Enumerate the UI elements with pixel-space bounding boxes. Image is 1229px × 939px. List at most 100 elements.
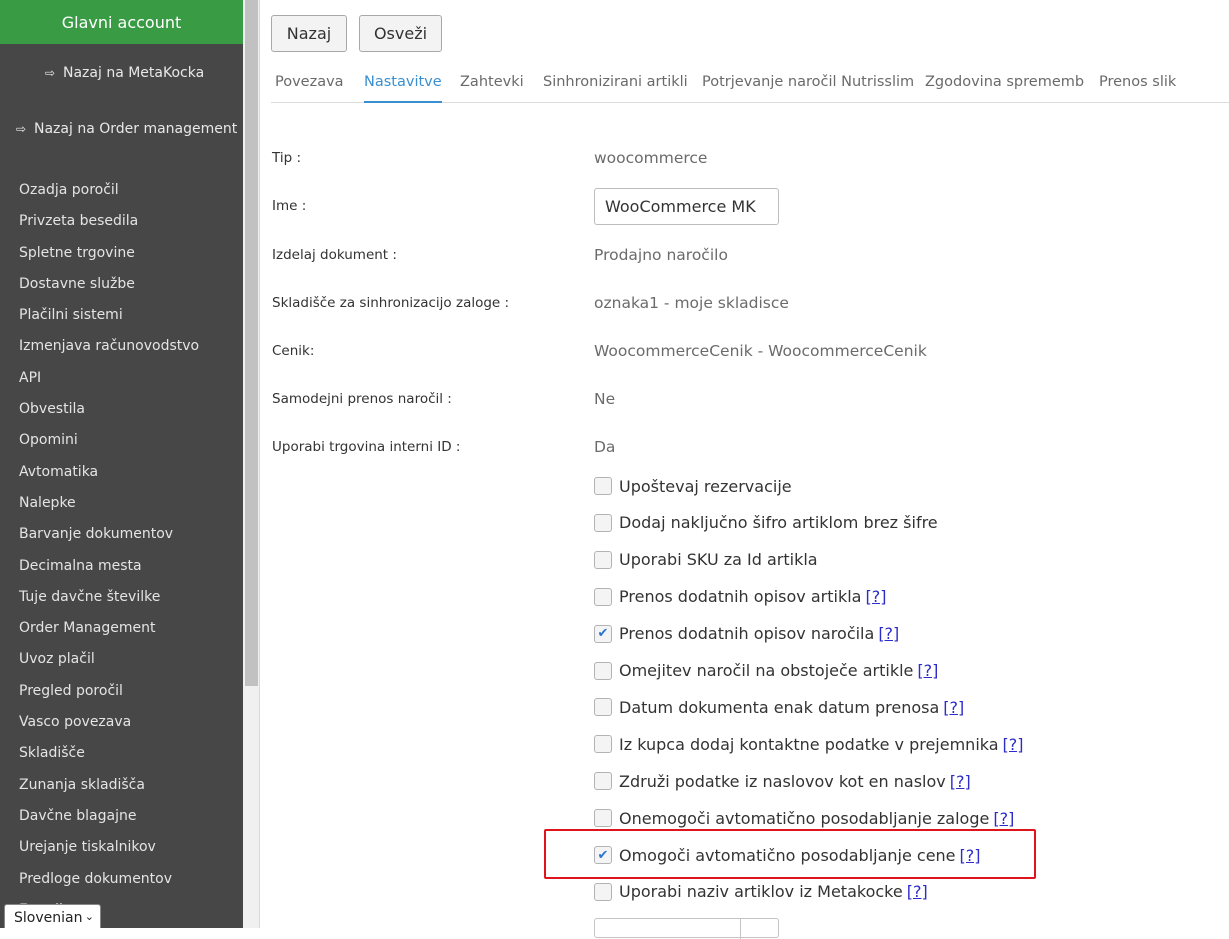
sign-out-icon: ⇨ bbox=[45, 66, 56, 80]
sidebar-item[interactable]: Opomini bbox=[19, 430, 199, 461]
option-row[interactable]: Dodaj naključno šifro artiklom brez šifr… bbox=[594, 512, 938, 534]
option-checkbox[interactable] bbox=[594, 772, 612, 791]
sidebar-item[interactable]: Plačilni sistemi bbox=[19, 305, 199, 336]
option-label: Dodaj naključno šifro artiklom brez šifr… bbox=[619, 513, 938, 533]
option-row[interactable]: Datum dokumenta enak datum prenosa [?] bbox=[594, 696, 964, 718]
highlight-box bbox=[544, 829, 1036, 879]
type-value: woocommerce bbox=[594, 149, 708, 167]
option-label: Omejitev naročil na obstoječe artikle bbox=[619, 661, 914, 680]
document-value: Prodajno naročilo bbox=[594, 246, 728, 264]
option-checkbox[interactable] bbox=[594, 698, 612, 717]
sidebar-item[interactable]: Izmenjava računovodstvo bbox=[19, 336, 199, 367]
sidebar-item[interactable]: Skladišče bbox=[19, 743, 199, 774]
sign-out-icon: ⇨ bbox=[16, 122, 27, 136]
option-row[interactable]: ✔ Prenos dodatnih opisov naročila [?] bbox=[594, 623, 899, 645]
tab-zgodovina-sprememb[interactable]: Zgodovina sprememb bbox=[925, 74, 1084, 90]
back-to-order-management-link[interactable]: ⇨ Nazaj na Order management bbox=[16, 121, 237, 137]
help-link[interactable]: [?] bbox=[878, 624, 899, 643]
back-button[interactable]: Nazaj bbox=[271, 15, 347, 52]
help-link[interactable]: [?] bbox=[907, 882, 928, 901]
option-row[interactable]: Iz kupca dodaj kontaktne podatke v preje… bbox=[594, 733, 1024, 755]
help-link[interactable]: [?] bbox=[1003, 735, 1024, 754]
sidebar-item[interactable]: Tuje davčne številke bbox=[19, 587, 199, 618]
option-checkbox[interactable] bbox=[594, 587, 612, 606]
sidebar-item[interactable]: Uvoz plačil bbox=[19, 649, 199, 680]
back-to-metakocka-link[interactable]: ⇨ Nazaj na MetaKocka bbox=[45, 65, 204, 81]
option-row[interactable]: Uporabi SKU za Id artikla bbox=[594, 549, 818, 571]
refresh-button[interactable]: Osveži bbox=[359, 15, 442, 52]
sidebar-item[interactable]: Barvanje dokumentov bbox=[19, 524, 199, 555]
warehouse-value: oznaka1 - moje skladisce bbox=[594, 294, 789, 312]
tab-povezava[interactable]: Povezava bbox=[275, 74, 344, 90]
option-checkbox[interactable] bbox=[594, 513, 612, 532]
option-row[interactable]: Upoštevaj rezervacije bbox=[594, 475, 792, 497]
tab-nastavitve[interactable]: Nastavitve bbox=[364, 74, 442, 103]
language-select[interactable]: Slovenian ⌄ bbox=[4, 904, 101, 928]
option-row[interactable]: Onemogoči avtomatično posodabljanje zalo… bbox=[594, 807, 1014, 829]
help-link[interactable]: [?] bbox=[865, 587, 886, 606]
help-link[interactable]: [?] bbox=[943, 698, 964, 717]
back-to-order-management-label: Nazaj na Order management bbox=[34, 121, 238, 137]
sidebar-item[interactable]: Pregled poročil bbox=[19, 681, 199, 712]
option-label: Uporabi SKU za Id artikla bbox=[619, 550, 818, 570]
name-input[interactable]: WooCommerce MK bbox=[594, 188, 779, 225]
sidebar-item[interactable]: Davčne blagajne bbox=[19, 806, 199, 837]
partial-select[interactable] bbox=[594, 918, 779, 939]
pricelist-label: Cenik: bbox=[272, 343, 315, 359]
sidebar-item[interactable]: Ozadja poročil bbox=[19, 180, 199, 211]
option-label: Datum dokumenta enak datum prenosa bbox=[619, 697, 940, 717]
option-label: Onemogoči avtomatično posodabljanje zalo… bbox=[619, 808, 990, 828]
sidebar-item[interactable]: API bbox=[19, 368, 199, 399]
sidebar-item[interactable]: Nalepke bbox=[19, 493, 199, 524]
option-checkbox[interactable] bbox=[594, 809, 612, 828]
option-row[interactable]: Uporabi naziv artiklov iz Metakocke [?] bbox=[594, 881, 928, 903]
option-label: Iz kupca dodaj kontaktne podatke v preje… bbox=[619, 734, 999, 754]
tab-zahtevki[interactable]: Zahtevki bbox=[460, 74, 524, 90]
sidebar-item[interactable]: Decimalna mesta bbox=[19, 556, 199, 587]
document-label: Izdelaj dokument : bbox=[272, 247, 397, 263]
auto-transfer-value: Ne bbox=[594, 390, 616, 408]
language-value: Slovenian bbox=[14, 910, 83, 926]
sidebar-item[interactable]: Avtomatika bbox=[19, 462, 199, 493]
option-checkbox[interactable] bbox=[594, 735, 612, 754]
sidebar-item[interactable]: Order Management bbox=[19, 618, 199, 649]
back-to-metakocka-label: Nazaj na MetaKocka bbox=[63, 65, 205, 81]
sidebar-item[interactable]: Urejanje tiskalnikov bbox=[19, 837, 199, 868]
option-label: Prenos dodatnih opisov artikla bbox=[619, 587, 862, 607]
sidebar-item[interactable]: Vasco povezava bbox=[19, 712, 199, 743]
option-checkbox[interactable]: ✔ bbox=[594, 624, 612, 643]
type-label: Tip : bbox=[272, 150, 301, 166]
option-label: Upoštevaj rezervacije bbox=[619, 476, 792, 496]
sidebar-item[interactable]: Spletne trgovine bbox=[19, 243, 199, 274]
option-row[interactable]: Združi podatke iz naslovov kot en naslov… bbox=[594, 770, 971, 792]
help-link[interactable]: [?] bbox=[950, 772, 971, 791]
divider bbox=[740, 919, 741, 939]
divider bbox=[259, 0, 260, 928]
tab-sinhronizirani-artikli[interactable]: Sinhronizirani artikli bbox=[543, 74, 688, 90]
help-link[interactable]: [?] bbox=[917, 661, 938, 680]
account-header[interactable]: Glavni account bbox=[0, 0, 243, 44]
sidebar-item[interactable]: Dostavne službe bbox=[19, 274, 199, 305]
sidebar-item[interactable]: Predloge dokumentov bbox=[19, 869, 199, 900]
sidebar-scrollbar-thumb[interactable] bbox=[245, 0, 258, 686]
sidebar-item[interactable]: Privzeta besedila bbox=[19, 211, 199, 242]
help-link[interactable]: [?] bbox=[993, 809, 1014, 828]
option-label: Združi podatke iz naslovov kot en naslov bbox=[619, 771, 946, 791]
sidebar-item[interactable]: Zunanja skladišča bbox=[19, 775, 199, 806]
tab-prenos-slik[interactable]: Prenos slik bbox=[1099, 74, 1176, 90]
tab-potrjevanje-narocil[interactable]: Potrjevanje naročil Nutrisslim bbox=[702, 74, 914, 90]
auto-transfer-label: Samodejni prenos naročil : bbox=[272, 391, 452, 407]
option-checkbox[interactable] bbox=[594, 882, 612, 901]
checkmark-icon: ✔ bbox=[597, 626, 609, 642]
option-checkbox[interactable] bbox=[594, 661, 612, 680]
name-label: Ime : bbox=[272, 198, 307, 214]
option-row[interactable]: Omejitev naročil na obstoječe artikle [?] bbox=[594, 660, 938, 682]
chevron-down-icon: ⌄ bbox=[84, 910, 94, 923]
option-label: Uporabi naziv artiklov iz Metakocke bbox=[619, 882, 903, 902]
sidebar-scrollbar[interactable] bbox=[243, 0, 260, 928]
option-checkbox[interactable] bbox=[594, 550, 612, 569]
option-row[interactable]: Prenos dodatnih opisov artikla [?] bbox=[594, 586, 886, 608]
tab-bar: Povezava Nastavitve Zahtevki Sinhronizir… bbox=[271, 70, 1229, 103]
option-checkbox[interactable] bbox=[594, 477, 612, 495]
sidebar-item[interactable]: Obvestila bbox=[19, 399, 199, 430]
